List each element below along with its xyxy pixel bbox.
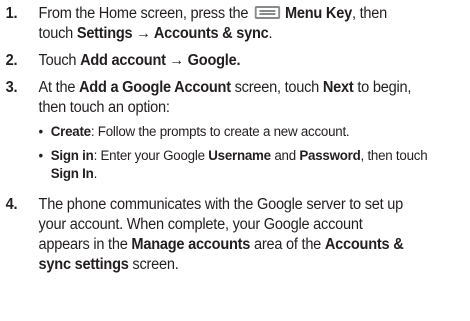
add-google-account-screen: Add a Google Account (79, 79, 231, 96)
step-4-line-4: sync settings screen. (39, 255, 455, 275)
step-3-text-end: to begin, (357, 79, 412, 96)
step-3-text-mid: screen, touch (234, 79, 320, 96)
accounts-sync-label: Accounts & (324, 236, 404, 253)
step-4-line-1: The phone communicates with the Google s… (38, 196, 404, 213)
step-number: 1. (5, 5, 18, 22)
menu-key-label: Menu Key (284, 5, 352, 22)
step-4-line-2: your account. When complete, your Google… (38, 216, 363, 233)
step-3-line-2: then touch an option: (38, 99, 170, 116)
sign-in-description: : Enter your Google (93, 148, 205, 164)
step-2: 2. Touch Add account → Google. (0, 51, 461, 71)
next-label: Next (322, 79, 354, 96)
sign-in-period: . (93, 166, 98, 182)
step-3-line-1: At the Add a Google Account screen, touc… (39, 78, 455, 98)
create-description: : Follow the prompts to create a new acc… (90, 124, 350, 140)
step-4: 4. The phone communicates with the Googl… (0, 195, 461, 275)
sync-settings-label: sync settings (38, 256, 129, 273)
step-1-line-1: From the Home screen, press the Menu Key… (39, 4, 455, 24)
step-3-text: At the (38, 79, 76, 96)
step-1-line-2: touch Settings → Accounts & sync. (39, 24, 455, 44)
settings-path: Settings → Accounts & sync (76, 25, 269, 42)
sign-in-description-end: , then touch (360, 148, 428, 164)
menu-key-icon (254, 6, 281, 19)
step-3: 3. At the Add a Google Account screen, t… (0, 78, 461, 183)
add-account-path: Add account → Google. (80, 52, 241, 69)
step-number: 4. (5, 196, 18, 213)
step-1-text-end: , then (351, 5, 387, 22)
create-term: Create (50, 124, 91, 140)
manage-accounts-area: Manage accounts (131, 236, 251, 253)
step-1-text: From the Home screen, press the (38, 5, 249, 22)
username-label: Username (208, 148, 271, 164)
list-item-create: • Create: Follow the prompts to create a… (39, 123, 455, 141)
step-4-text-end: screen. (132, 256, 179, 273)
step-number: 2. (5, 52, 18, 69)
step-4-text-mid: area of the (253, 236, 322, 253)
list-item-sign-in: • Sign in: Enter your Google Username an… (39, 147, 455, 183)
password-label: Password (299, 148, 361, 164)
step-2-line-1: Touch Add account → Google. (39, 51, 455, 71)
sign-in-term: Sign in (50, 148, 94, 164)
sign-in-button-label: Sign In (50, 166, 94, 182)
step-1-period: . (268, 25, 273, 42)
step-1-touch: touch (38, 25, 74, 42)
instructions-page: 1. From the Home screen, press the Menu … (0, 0, 470, 321)
step-1: 1. From the Home screen, press the Menu … (0, 4, 461, 44)
bullet-icon: • (38, 124, 44, 140)
and-text: and (274, 148, 296, 164)
step-2-text: Touch (38, 52, 77, 69)
step-4-line-3: appears in the Manage accounts area of t… (39, 235, 455, 255)
option-list: • Create: Follow the prompts to create a… (39, 123, 455, 183)
bullet-icon: • (38, 148, 44, 164)
step-number: 3. (5, 79, 18, 96)
step-4-text: appears in the (38, 236, 128, 253)
